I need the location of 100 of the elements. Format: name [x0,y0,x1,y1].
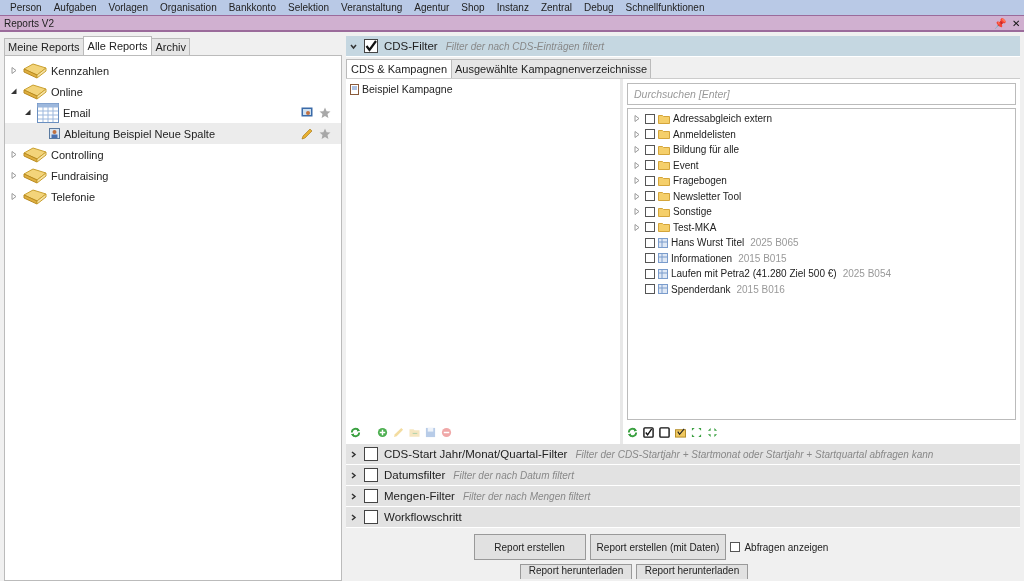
tree-row[interactable]: Fundraising [5,165,341,186]
folder-icon [23,167,47,184]
tree-row[interactable]: Ableitung Beispiel Neue Spalte [5,123,341,144]
filter-title: CDS-Start Jahr/Monat/Quartal-Filter [384,448,568,460]
checkbox[interactable] [645,284,655,295]
checkbox[interactable] [645,144,655,155]
tree-row[interactable]: Telefonie [5,186,341,207]
table-icon [658,268,668,279]
expand-all-icon[interactable] [691,426,702,438]
check-all-icon[interactable] [643,426,654,438]
chevron-right-icon[interactable] [350,492,357,500]
menu-item[interactable]: Selektion [281,2,336,13]
menu-item[interactable]: Vorlagen [102,2,154,13]
tab[interactable]: CDS & Kampagnen [346,59,452,78]
report-button[interactable]: Report erstellen [473,534,586,560]
checkbox[interactable] [364,510,378,524]
table-icon [658,284,668,295]
tab[interactable]: Alle Reports [82,36,153,55]
filter-title: Datumsfilter [384,469,446,481]
expand-toggle[interactable] [11,172,17,179]
filter-header[interactable]: Mengen-Filter Filter der nach Mengen filtert [346,486,1020,507]
filter-header[interactable]: CDS-Start Jahr/Monat/Quartal-Filter Filter der CDS-Startjahr + Startmonat oder Startjahr + Startquartal abfragen kann [346,444,1020,465]
menu-item[interactable]: Zentral [534,2,579,13]
menu-item[interactable]: Shop [455,2,491,13]
star-icon[interactable] [319,106,331,119]
download-button[interactable]: Report herunterladen [520,564,632,579]
menu-item[interactable]: Debug [578,2,620,13]
menu-item[interactable]: Person [4,2,48,13]
menu-item[interactable]: Agentur [408,2,456,13]
checkbox[interactable] [645,206,655,217]
filter-header[interactable]: Datumsfilter Filter der nach Datum filtert [346,465,1020,486]
tree-label[interactable]: Bildung für alle [673,144,740,156]
collapse-toggle[interactable] [25,109,31,116]
checkbox[interactable] [364,489,378,503]
tree-row[interactable]: Email [5,102,341,123]
search-field[interactable]: Durchsuchen [Enter] [627,83,1016,105]
tree-label[interactable]: Anmeldelisten [673,128,736,140]
star-icon[interactable] [319,127,331,140]
uncheck-all-icon[interactable] [659,426,670,438]
report-button[interactable]: Report erstellen (mit Daten) [589,534,727,560]
checkbox[interactable] [645,113,655,124]
tree-row[interactable]: Kennzahlen [5,60,341,81]
tree-label[interactable]: Laufen mit Petra2 (41.280 Ziel 500 €) [671,268,837,280]
refresh-icon[interactable] [350,426,361,438]
checkbox[interactable] [364,447,378,461]
chevron-right-icon[interactable] [350,450,357,458]
folder-icon [658,191,670,202]
tree-label[interactable]: Informationen [671,252,733,264]
expand-toggle[interactable] [11,193,17,200]
filter-header[interactable]: Workflowschritt [346,507,1020,528]
menu-item[interactable]: Bankkonto [222,2,282,13]
tree-label[interactable]: Test-MKA [673,221,717,233]
menu-item[interactable]: Veranstaltung [335,2,409,13]
chevron-right-icon[interactable] [350,471,357,479]
tree-row[interactable]: Online [5,81,341,102]
tree-label[interactable]: Fragebogen [673,175,727,187]
collapse-toggle[interactable] [11,88,17,95]
expand-toggle[interactable] [11,151,17,158]
tree-label[interactable]: Event [673,159,699,171]
campaign-code: 2025 B054 [842,268,892,280]
tab[interactable]: Archiv [151,38,191,55]
tree-label[interactable]: Hans Wurst Titel [671,237,745,249]
add-icon[interactable] [377,426,388,438]
menu-item[interactable]: Instanz [490,2,535,13]
tab[interactable]: Meine Reports [4,38,84,55]
collapse-all-icon[interactable] [707,426,718,438]
checkbox[interactable] [645,268,655,279]
filter-description: Filter der nach CDS-Einträgen filtert [445,40,605,52]
monitor-icon[interactable] [301,106,313,119]
expand-toggle[interactable] [11,67,17,74]
tab[interactable]: Ausgewählte Kampagnenverzeichnisse [451,59,651,78]
refresh-icon[interactable] [627,426,638,438]
checkbox[interactable] [645,175,655,186]
close-button[interactable]: ✕ [1012,17,1020,29]
menu-item[interactable]: Schnellfunktionen [619,2,711,13]
menu-item[interactable]: Organisation [154,2,223,13]
checkbox[interactable] [645,222,655,233]
tree-label[interactable]: Sonstige [673,206,712,218]
tree-label[interactable]: Adressabgleich extern [673,113,772,125]
checkbox[interactable] [364,468,378,482]
tree-label[interactable]: Newsletter Tool [673,190,742,202]
filter-header[interactable]: CDS-Filter Filter der nach CDS-Einträgen filtert [346,36,1020,57]
checkbox[interactable] [645,160,655,171]
checkbox[interactable] [364,39,378,53]
tree-label: Ableitung Beispiel Neue Spalte [64,127,217,140]
checkbox[interactable] [730,542,741,552]
chevron-down-icon[interactable] [350,42,357,50]
tree-label: Kennzahlen [51,64,111,77]
tree-row[interactable]: Controlling [5,144,341,165]
envelope-check-icon[interactable] [675,426,686,438]
menu-item[interactable]: Aufgaben [47,2,103,13]
folder-icon [658,129,670,140]
campaign-label[interactable]: Beispiel Kampagne [362,83,453,95]
chevron-right-icon[interactable] [350,513,357,521]
download-button[interactable]: Report herunterladen [636,564,748,579]
checkbox[interactable] [645,253,655,264]
checkbox[interactable] [645,129,655,140]
checkbox[interactable] [645,191,655,202]
tree-label[interactable]: Spenderdank [671,283,731,295]
checkbox[interactable] [645,237,655,248]
